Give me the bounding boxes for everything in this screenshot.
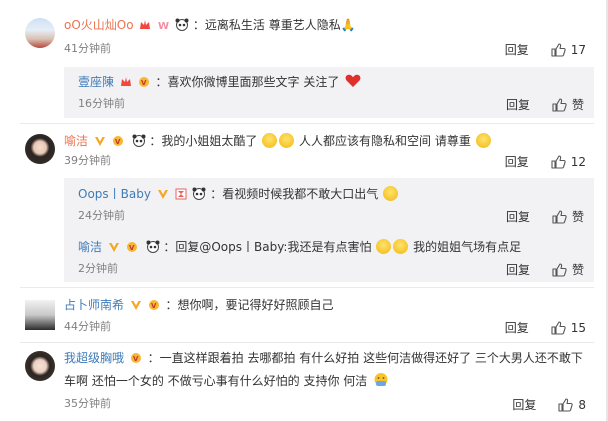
like-button[interactable]: 赞 [552,96,584,113]
reply-box: 壹座陳 V ：喜欢你微博里面那些文字 关注了 16分钟前 回复 赞 [64,67,594,118]
reply-button[interactable]: 回复 [512,396,536,413]
comment-username[interactable]: oO火山灿Oo [64,18,134,32]
thumbs-up-icon [551,320,566,335]
like-count: 12 [570,154,586,169]
like-button[interactable]: 8 [558,398,586,412]
avatar[interactable] [25,134,55,164]
smile-emoji [475,133,491,148]
panda-icon [175,18,189,31]
reply-time: 2分钟前 [78,262,118,275]
thumbs-up-icon [552,97,567,112]
hourglass-icon [175,188,187,200]
reply-text-continued: 我的姐姐气场有点足 [413,240,522,254]
comment-text: ：远离私生活 尊重艺人隐私🙏 [192,18,356,32]
like-label: 赞 [571,98,584,112]
like-count: 17 [570,42,586,57]
heart-emoji [345,74,361,87]
like-button[interactable]: 赞 [552,261,584,278]
laugh-emoji [393,239,409,254]
thumbs-up-icon [552,209,567,224]
crown-icon [140,20,151,29]
reply-time: 24分钟前 [78,209,125,222]
vip-icon: V [148,300,159,310]
vip-icon [94,137,105,146]
reply-button[interactable]: 回复 [506,96,530,113]
vip-icon: V [126,242,137,252]
reply-username[interactable]: 喻洁 [78,240,102,254]
reply-button[interactable]: 回复 [506,208,530,225]
avatar[interactable] [25,300,55,330]
reply-username[interactable]: Oops丨Baby [78,187,151,201]
comment-text: ：想你啊，要记得好好照顾自己 [165,298,334,312]
vip-icon: V [130,353,141,363]
rubbing-emoji [374,373,388,386]
thumbs-up-icon [558,397,574,412]
svg-text:V: V [133,355,139,363]
like-label: 赞 [571,263,584,277]
laugh-emoji [376,239,392,254]
reply-time: 16分钟前 [78,97,125,110]
reply-box: Oops丨Baby ：看视频时候我都不敢大口出气 24分钟前 回复 赞 喻洁 V [64,178,594,282]
reply-text: ：喜欢你微博里面那些文字 关注了 [155,75,340,89]
thumbs-up-icon [552,262,567,277]
comment-item: 占卜师南希 V ：想你啊，要记得好好照顾自己 44分钟前 回复 15 [0,288,606,342]
thumbs-up-icon [551,154,566,169]
comment-username[interactable]: 喻洁 [64,134,88,148]
like-count: 15 [570,320,586,335]
panda-icon [192,187,206,200]
comment-panel: oO火山灿Oo W ：远离私生活 尊重艺人隐私🙏 41分钟前 回复 17 壹座陳… [0,0,608,421]
comment-text: ：我的小姐姐太酷了 [149,134,258,148]
laugh-emoji [383,186,399,201]
laugh-emoji [279,133,295,148]
comment-time: 39分钟前 [64,154,111,167]
crown-icon [120,77,131,86]
thumbs-up-icon [551,42,566,57]
reply-button[interactable]: 回复 [505,319,529,336]
vip-icon: V [112,136,123,146]
like-count: 8 [578,397,586,412]
comment-time: 44分钟前 [64,320,111,333]
comment-time: 35分钟前 [64,397,111,410]
avatar[interactable] [25,351,55,381]
svg-text:V: V [129,244,135,252]
svg-text:V: V [115,138,121,146]
comment-text-continued: 车啊 还怕一个女的 不做亏心事有什么好怕的 支持你 何洁 [64,374,368,388]
like-button[interactable]: 赞 [552,208,584,225]
svg-text:V: V [141,79,147,87]
comment-username[interactable]: 我超级胸哦 [64,351,124,365]
vip-icon: V [138,77,149,87]
svg-text:W: W [158,21,169,31]
like-label: 赞 [571,210,584,224]
reply-username[interactable]: 壹座陳 [78,75,114,89]
avatar[interactable] [25,18,55,48]
comment-item: 喻洁 V ：我的小姐姐太酷了 人人都应该有隐私和空间 请尊重 39分钟前 回复 … [0,124,606,288]
reply-button[interactable]: 回复 [505,41,529,58]
vip-icon [108,243,119,252]
vip-icon [157,190,168,199]
like-button[interactable]: 12 [551,155,586,169]
vip-icon [130,301,141,310]
comment-item: 我超级胸哦 V ：一直这样跟着拍 去哪都拍 有什么好拍 这些何洁做得还好了 三个… [0,343,606,421]
panda-icon [132,134,145,147]
reply-button[interactable]: 回复 [506,261,530,278]
panda-icon [146,240,159,253]
comment-text: ：一直这样跟着拍 去哪都拍 有什么好拍 这些何洁做得还好了 三个大男人还不敢下 [147,351,583,365]
laugh-emoji [262,133,278,148]
reply-text: ：回复@Oops丨Baby:我还是有点害怕 [163,240,372,254]
like-button[interactable]: 17 [551,43,586,57]
reply-button[interactable]: 回复 [505,153,529,170]
like-button[interactable]: 15 [551,321,586,335]
svg-text:V: V [151,302,157,310]
vip-icon: W [158,21,169,31]
comment-text-continued: 人人都应该有隐私和空间 请尊重 [299,134,471,148]
comment-item: oO火山灿Oo W ：远离私生活 尊重艺人隐私🙏 41分钟前 回复 17 壹座陳… [0,0,606,124]
comment-time: 41分钟前 [64,42,111,55]
reply-text: ：看视频时候我都不敢大口出气 [210,187,379,201]
comment-username[interactable]: 占卜师南希 [64,298,124,312]
